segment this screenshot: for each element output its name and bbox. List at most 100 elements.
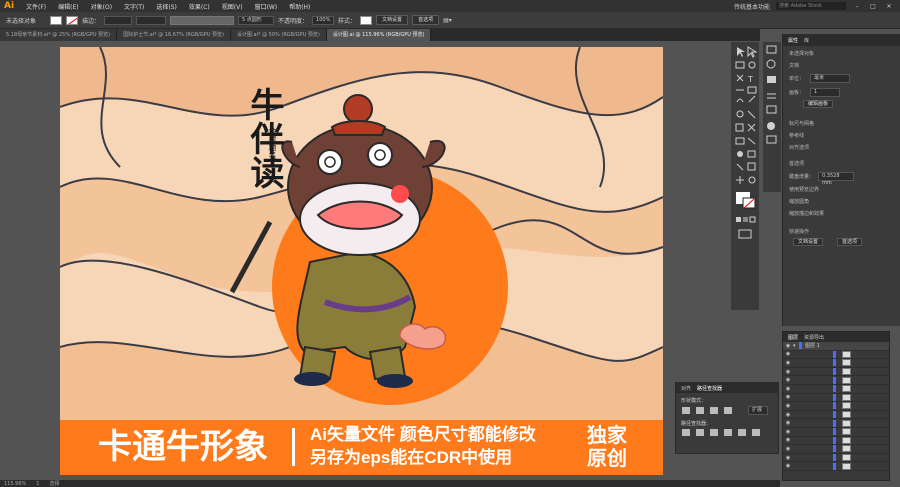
- align-section-label: 对齐选项: [789, 145, 810, 151]
- minus-front-icon[interactable]: [696, 407, 704, 414]
- tab-doc-2[interactable]: 国际护士节.ai* @ 16.67% (RGB/GPU 预览): [117, 29, 231, 41]
- keyboard-increment-input[interactable]: 0.3528 mm: [818, 172, 855, 186]
- exclude-icon[interactable]: [724, 407, 732, 414]
- current-tool: 选择: [49, 481, 60, 487]
- layer-name[interactable]: 图层 1: [805, 342, 820, 349]
- sublayer-row[interactable]: ◉: [783, 419, 889, 428]
- intersect-icon[interactable]: [710, 407, 718, 414]
- guides-section-label: 参考线: [789, 133, 805, 139]
- sublayer-row[interactable]: ◉: [783, 368, 889, 377]
- menu-window[interactable]: 窗口(W): [249, 2, 284, 11]
- artboard[interactable]: 牛伴读 金榜题名 卡通牛形象 Ai矢量文件 颜色尺寸都能修改 另存为eps能在C…: [60, 47, 663, 475]
- tab-align[interactable]: 对齐: [681, 385, 691, 392]
- opacity-input[interactable]: 100%: [312, 15, 335, 25]
- sublayer-row[interactable]: ◉: [783, 411, 889, 420]
- layer-color-chip: [833, 359, 836, 367]
- preferences-button[interactable]: 首选项: [412, 15, 440, 25]
- sublayer-row[interactable]: ◉: [783, 445, 889, 454]
- eye-icon[interactable]: ◉: [783, 369, 793, 375]
- menu-object[interactable]: 对象(O): [85, 2, 118, 11]
- tab-libraries[interactable]: 库: [804, 37, 809, 44]
- close-icon[interactable]: ✕: [884, 3, 894, 10]
- layer-rows: ◉ ◉ ◉ ◉ ◉ ◉ ◉ ◉ ◉ ◉ ◉ ◉ ◉ ◉: [783, 350, 889, 471]
- sublayer-row[interactable]: ◉: [783, 428, 889, 437]
- crop-icon[interactable]: [724, 429, 732, 436]
- option-scale-strokes[interactable]: 缩放描边和效果: [783, 206, 900, 218]
- brush-preview[interactable]: [170, 15, 235, 25]
- expand-button[interactable]: 扩展: [748, 406, 768, 415]
- sublayer-row[interactable]: ◉: [783, 454, 889, 463]
- maximize-icon[interactable]: □: [868, 3, 878, 10]
- menu-select[interactable]: 选择(S): [150, 2, 183, 11]
- tab-pathfinder[interactable]: 路径查找器: [697, 385, 722, 392]
- zoom-level[interactable]: 115.96%: [4, 481, 26, 487]
- artboard-number[interactable]: 1: [36, 481, 39, 487]
- artboard-dropdown[interactable]: 1: [810, 88, 841, 97]
- eye-icon[interactable]: ◉: [783, 394, 793, 400]
- stroke-swatch[interactable]: [66, 15, 78, 25]
- eye-icon[interactable]: ◉: [783, 412, 793, 418]
- tab-asset-export[interactable]: 资源导出: [804, 334, 824, 341]
- sublayer-row[interactable]: ◉: [783, 436, 889, 446]
- outline-icon[interactable]: [738, 429, 746, 436]
- sublayer-row[interactable]: ◉: [783, 376, 889, 385]
- option-scale-corners[interactable]: 缩放圆角: [783, 194, 900, 206]
- panel-doc-setup-button[interactable]: 文档设置: [793, 238, 824, 246]
- sublayer-row[interactable]: ◉: [783, 462, 889, 471]
- sublayer-row[interactable]: ◉: [783, 393, 889, 403]
- units-dropdown[interactable]: 毫米: [810, 74, 851, 83]
- layer-thumbnail: [842, 385, 851, 393]
- eye-icon[interactable]: ◉: [783, 429, 793, 435]
- sublayer-row[interactable]: ◉: [783, 385, 889, 394]
- divide-icon[interactable]: [682, 429, 690, 436]
- stroke-weight-dropdown[interactable]: [104, 15, 133, 25]
- eye-icon[interactable]: ◉: [783, 343, 793, 349]
- eye-icon[interactable]: ◉: [783, 386, 793, 392]
- sublayer-row[interactable]: ◉: [783, 359, 889, 368]
- menu-effect[interactable]: 效果(C): [183, 2, 216, 11]
- edit-artboards-button[interactable]: 编辑画板: [803, 100, 834, 108]
- brush-dropdown[interactable]: 5 点圆形: [238, 15, 275, 25]
- variable-width-dropdown[interactable]: [136, 15, 167, 25]
- option-preview-bounds[interactable]: 使用预览边界: [783, 182, 900, 194]
- workspace-switcher[interactable]: 传统基本功能: [734, 2, 770, 11]
- tab-doc-1[interactable]: 5.18母亲节素材.ai* @ 25% (RGB/GPU 预览): [0, 29, 118, 41]
- tab-properties[interactable]: 属性: [788, 37, 798, 44]
- eye-icon[interactable]: ◉: [783, 403, 793, 409]
- trim-icon[interactable]: [696, 429, 704, 436]
- menu-help[interactable]: 帮助(H): [283, 2, 316, 11]
- tab-doc-3[interactable]: 设计图.ai* @ 50% (RGB/GPU 预览): [230, 29, 327, 41]
- eye-icon[interactable]: ◉: [783, 351, 793, 357]
- style-swatch[interactable]: [360, 15, 373, 25]
- minimize-icon[interactable]: –: [852, 3, 862, 10]
- panel-dock-icons[interactable]: [763, 42, 781, 192]
- eye-icon[interactable]: ◉: [783, 455, 793, 461]
- fill-swatch[interactable]: [50, 15, 62, 25]
- tab-doc-4[interactable]: 设计图.ai @ 115.96% (RGB/GPU 预览): [326, 29, 432, 41]
- sublayer-row[interactable]: ◉: [783, 402, 889, 411]
- sublayer-row[interactable]: ◉: [783, 350, 889, 360]
- merge-icon[interactable]: [710, 429, 718, 436]
- eye-icon[interactable]: ◉: [783, 437, 793, 443]
- eye-icon[interactable]: ◉: [783, 360, 793, 366]
- menu-file[interactable]: 文件(F): [20, 2, 52, 11]
- tool-icons[interactable]: T: [731, 42, 759, 310]
- layer-color-chip: [833, 428, 836, 436]
- eye-icon[interactable]: ◉: [783, 377, 793, 383]
- panel-preferences-button[interactable]: 首选项: [837, 238, 863, 246]
- eye-icon[interactable]: ◉: [783, 463, 793, 469]
- menu-type[interactable]: 文字(T): [118, 2, 150, 11]
- minus-back-icon[interactable]: [752, 429, 760, 436]
- unite-icon[interactable]: [682, 407, 690, 414]
- layer-row-top[interactable]: ◉ ▾ 图层 1: [783, 342, 889, 351]
- eye-icon[interactable]: ◉: [783, 420, 793, 426]
- layer-thumbnail: [842, 445, 851, 453]
- menu-view[interactable]: 视图(V): [216, 2, 249, 11]
- tab-layers[interactable]: 图层: [788, 334, 798, 341]
- arrange-icon[interactable]: ▤▾: [443, 17, 452, 24]
- eye-icon[interactable]: ◉: [783, 446, 793, 452]
- stock-search-input[interactable]: 搜索 Adobe Stock: [776, 2, 846, 10]
- menu-edit[interactable]: 编辑(E): [52, 2, 84, 11]
- doc-setup-button[interactable]: 文档设置: [376, 15, 409, 25]
- shape-modes-label: 形状模式：: [681, 398, 707, 404]
